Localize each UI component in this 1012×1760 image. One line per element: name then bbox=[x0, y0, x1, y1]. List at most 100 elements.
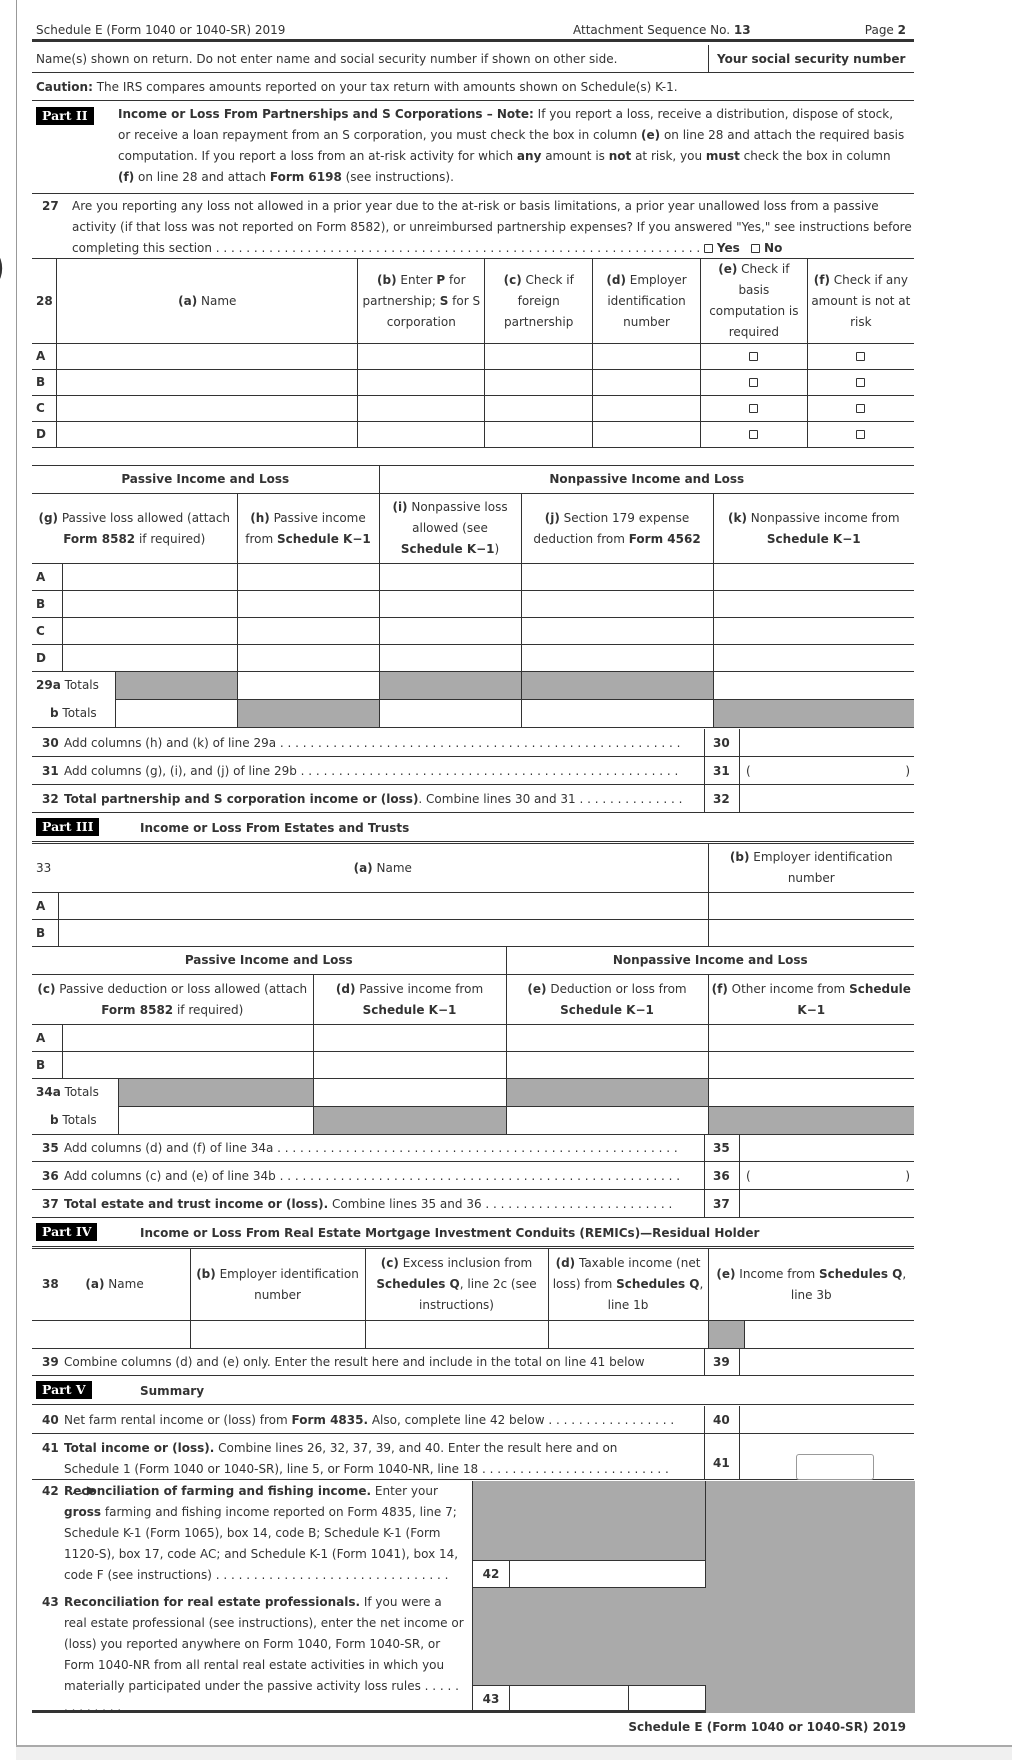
col-k-cell[interactable] bbox=[712, 617, 915, 645]
names-row[interactable]: Name(s) shown on return. Do not enter na… bbox=[32, 45, 914, 73]
ssn-label[interactable]: Your social security number bbox=[708, 45, 905, 72]
name-cell[interactable] bbox=[57, 892, 709, 920]
col-h-cell[interactable] bbox=[236, 563, 380, 591]
col-e-cell[interactable] bbox=[505, 1051, 709, 1079]
ein-cell[interactable] bbox=[592, 421, 701, 448]
col-k-cell[interactable] bbox=[712, 644, 915, 672]
col-h-cell[interactable] bbox=[236, 617, 380, 645]
col-f-cell[interactable] bbox=[707, 1024, 915, 1052]
line-41-input[interactable] bbox=[796, 1454, 874, 1480]
col-d-cell[interactable] bbox=[547, 1320, 709, 1349]
col-i-cell[interactable] bbox=[378, 644, 522, 672]
col-a-cell[interactable] bbox=[32, 1320, 191, 1349]
foreign-cell[interactable] bbox=[484, 395, 594, 422]
no-checkbox[interactable] bbox=[751, 244, 761, 253]
col-k-29b-shaded bbox=[712, 699, 915, 728]
at-risk-checkbox-cell[interactable] bbox=[806, 369, 914, 396]
col-i-29b-cell[interactable] bbox=[378, 699, 522, 728]
at-risk-checkbox-cell[interactable] bbox=[806, 395, 914, 422]
type-cell[interactable] bbox=[357, 343, 486, 370]
col-g-cell[interactable] bbox=[61, 563, 238, 591]
col-i-cell[interactable] bbox=[378, 563, 522, 591]
line-43-input[interactable] bbox=[510, 1686, 629, 1713]
ein-cell[interactable] bbox=[707, 919, 914, 947]
name-cell[interactable] bbox=[56, 421, 359, 448]
part2-title: Income or Loss From Partnerships and S C… bbox=[118, 107, 497, 121]
line-43-cents-input[interactable] bbox=[629, 1686, 705, 1713]
line-32-box: 32 bbox=[704, 785, 740, 812]
col-g-cell[interactable] bbox=[61, 590, 238, 618]
col-j-29b-cell[interactable] bbox=[520, 699, 714, 728]
basis-checkbox[interactable] bbox=[749, 404, 759, 413]
at-risk-checkbox[interactable] bbox=[856, 404, 866, 413]
table-row: D bbox=[32, 421, 914, 448]
at-risk-checkbox[interactable] bbox=[856, 378, 866, 387]
col-f-34a-cell[interactable] bbox=[707, 1078, 915, 1107]
basis-checkbox-cell[interactable] bbox=[699, 343, 808, 370]
col-c-cell[interactable] bbox=[61, 1051, 314, 1079]
col-k-cell[interactable] bbox=[712, 590, 915, 618]
bold-text: (c) bbox=[380, 1256, 399, 1270]
at-risk-checkbox-cell[interactable] bbox=[806, 421, 914, 448]
col-k-cell[interactable] bbox=[712, 563, 915, 591]
col-g-cell[interactable] bbox=[61, 617, 238, 645]
type-cell[interactable] bbox=[357, 395, 486, 422]
col-h-29a-cell[interactable] bbox=[236, 671, 380, 700]
col-i-cell[interactable] bbox=[378, 617, 522, 645]
totals-29b-row: b Totals bbox=[32, 699, 915, 728]
type-cell[interactable] bbox=[357, 421, 486, 448]
col-f-cell[interactable] bbox=[707, 1051, 915, 1079]
ein-cell[interactable] bbox=[707, 892, 914, 920]
basis-checkbox-cell[interactable] bbox=[699, 395, 808, 422]
basis-checkbox-cell[interactable] bbox=[699, 421, 808, 448]
col-c-cell[interactable] bbox=[61, 1024, 314, 1052]
bold-text: (c) bbox=[37, 981, 56, 996]
col-d-cell[interactable] bbox=[312, 1051, 507, 1079]
ein-cell[interactable] bbox=[592, 395, 701, 422]
col-j-cell[interactable] bbox=[520, 617, 714, 645]
col-j-cell[interactable] bbox=[520, 644, 714, 672]
col-h-cell[interactable] bbox=[236, 590, 380, 618]
col-k-29a-cell[interactable] bbox=[712, 671, 915, 700]
bold-text: P bbox=[436, 272, 446, 287]
basis-checkbox[interactable] bbox=[749, 352, 759, 361]
basis-checkbox[interactable] bbox=[749, 430, 759, 439]
col-e-34b-cell[interactable] bbox=[505, 1106, 709, 1135]
foreign-cell[interactable] bbox=[484, 369, 594, 396]
col-e-cell[interactable] bbox=[505, 1024, 709, 1052]
foreign-cell[interactable] bbox=[484, 421, 594, 448]
ein-cell[interactable] bbox=[592, 343, 701, 370]
name-cell[interactable] bbox=[56, 369, 359, 396]
ein-cell[interactable] bbox=[592, 369, 701, 396]
col-c-34b-cell[interactable] bbox=[117, 1106, 314, 1135]
totals-29a-row: 29a Totals bbox=[32, 671, 915, 700]
col-e-cell[interactable] bbox=[743, 1320, 915, 1349]
line-40: 40 Net farm rental income or (loss) from… bbox=[32, 1406, 914, 1434]
line-42-input[interactable] bbox=[510, 1561, 705, 1587]
col-d-cell[interactable] bbox=[312, 1024, 507, 1052]
col-d-34a-cell[interactable] bbox=[312, 1078, 507, 1107]
col-c-cell[interactable] bbox=[364, 1320, 549, 1349]
name-cell[interactable] bbox=[56, 343, 359, 370]
col-h-cell[interactable] bbox=[236, 644, 380, 672]
line-36-number: 36 bbox=[42, 1169, 59, 1183]
name-cell[interactable] bbox=[56, 395, 359, 422]
col-j-cell[interactable] bbox=[520, 590, 714, 618]
type-cell[interactable] bbox=[357, 369, 486, 396]
col-i-cell[interactable] bbox=[378, 590, 522, 618]
yes-checkbox[interactable] bbox=[704, 244, 714, 253]
col-b-cell[interactable] bbox=[189, 1320, 366, 1349]
at-risk-checkbox[interactable] bbox=[856, 430, 866, 439]
basis-checkbox[interactable] bbox=[749, 378, 759, 387]
col-g-cell[interactable] bbox=[61, 644, 238, 672]
at-risk-checkbox[interactable] bbox=[856, 352, 866, 361]
name-cell[interactable] bbox=[57, 919, 709, 947]
basis-checkbox-cell[interactable] bbox=[699, 369, 808, 396]
col-j-cell[interactable] bbox=[520, 563, 714, 591]
line-30-box: 30 bbox=[704, 729, 740, 756]
col-d-header: (d) Taxable income (net loss) from Sched… bbox=[547, 1248, 709, 1321]
bold-text: Schedule K−1 bbox=[362, 1002, 457, 1017]
col-g-29b-cell[interactable] bbox=[114, 699, 238, 728]
at-risk-checkbox-cell[interactable] bbox=[806, 343, 914, 370]
foreign-cell[interactable] bbox=[484, 343, 594, 370]
